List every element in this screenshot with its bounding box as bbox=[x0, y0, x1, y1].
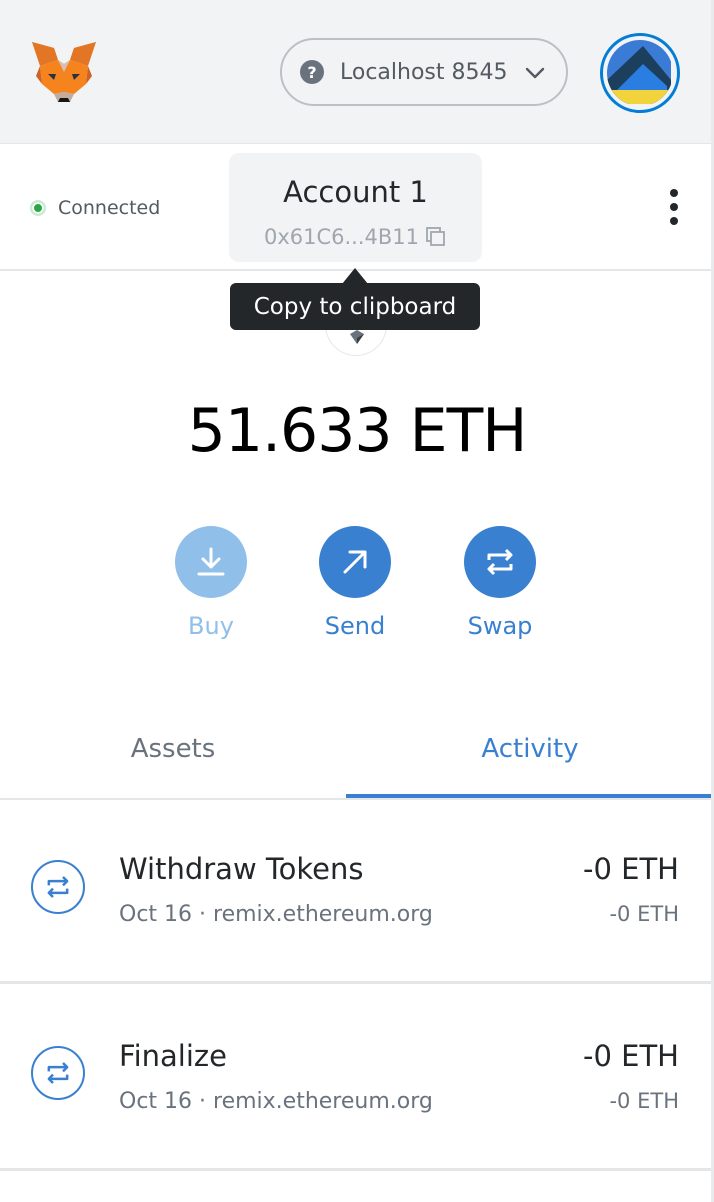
send-label: Send bbox=[324, 612, 386, 640]
activity-list-item[interactable]: Withdraw Tokens Oct 16 · remix.ethereum.… bbox=[0, 800, 714, 984]
swap-label: Swap bbox=[467, 612, 533, 640]
buy-label: Buy bbox=[188, 612, 234, 640]
tx-subtitle: Oct 16 · remix.ethereum.org bbox=[119, 1089, 433, 1114]
swap-icon bbox=[31, 860, 85, 914]
copy-icon bbox=[426, 227, 445, 246]
tx-amount-secondary: -0 ETH bbox=[609, 902, 679, 926]
tooltip-arrow bbox=[342, 268, 368, 284]
help-icon: ? bbox=[300, 60, 324, 84]
eth-balance: 51.633 ETH bbox=[187, 396, 528, 466]
activity-list-item[interactable]: Finalize Oct 16 · remix.ethereum.org -0 … bbox=[0, 987, 714, 1171]
account-avatar[interactable] bbox=[600, 33, 680, 113]
account-address: 0x61C6...4B11 bbox=[263, 225, 420, 249]
account-row: Connected Account 1 0x61C6...4B11 bbox=[0, 145, 714, 271]
tx-amount: -0 ETH bbox=[583, 852, 679, 886]
account-address-row: 0x61C6...4B11 bbox=[229, 225, 482, 249]
download-icon bbox=[175, 526, 247, 598]
tx-title: Finalize bbox=[119, 1039, 227, 1073]
connected-status[interactable]: Connected bbox=[30, 197, 160, 219]
swap-icon bbox=[464, 526, 536, 598]
account-name: Account 1 bbox=[283, 175, 428, 209]
tx-title: Withdraw Tokens bbox=[119, 852, 364, 886]
network-label: Localhost 8545 bbox=[340, 59, 508, 85]
connected-dot-icon bbox=[30, 200, 46, 216]
metamask-fox-logo[interactable] bbox=[30, 40, 98, 104]
tx-amount-secondary: -0 ETH bbox=[609, 1089, 679, 1113]
arrow-up-right-icon bbox=[319, 526, 391, 598]
connected-label: Connected bbox=[58, 197, 161, 219]
copy-tooltip: Copy to clipboard bbox=[230, 283, 480, 330]
send-button[interactable]: Send bbox=[305, 526, 405, 640]
tx-amount: -0 ETH bbox=[583, 1039, 679, 1073]
swap-icon bbox=[31, 1046, 85, 1100]
account-copy-button[interactable]: Account 1 0x61C6...4B11 bbox=[229, 153, 482, 262]
buy-button[interactable]: Buy bbox=[161, 526, 261, 640]
chevron-down-icon bbox=[525, 67, 545, 79]
network-selector[interactable]: ? Localhost 8545 bbox=[280, 38, 568, 106]
tx-subtitle: Oct 16 · remix.ethereum.org bbox=[119, 902, 433, 927]
active-tab-indicator bbox=[346, 794, 714, 798]
tab-assets[interactable]: Assets bbox=[0, 700, 346, 798]
app-header: ? Localhost 8545 bbox=[0, 0, 714, 144]
wallet-tabs: Assets Activity bbox=[0, 700, 714, 800]
tab-activity[interactable]: Activity bbox=[346, 700, 714, 798]
swap-button[interactable]: Swap bbox=[450, 526, 550, 640]
kebab-menu-icon[interactable] bbox=[662, 189, 686, 225]
